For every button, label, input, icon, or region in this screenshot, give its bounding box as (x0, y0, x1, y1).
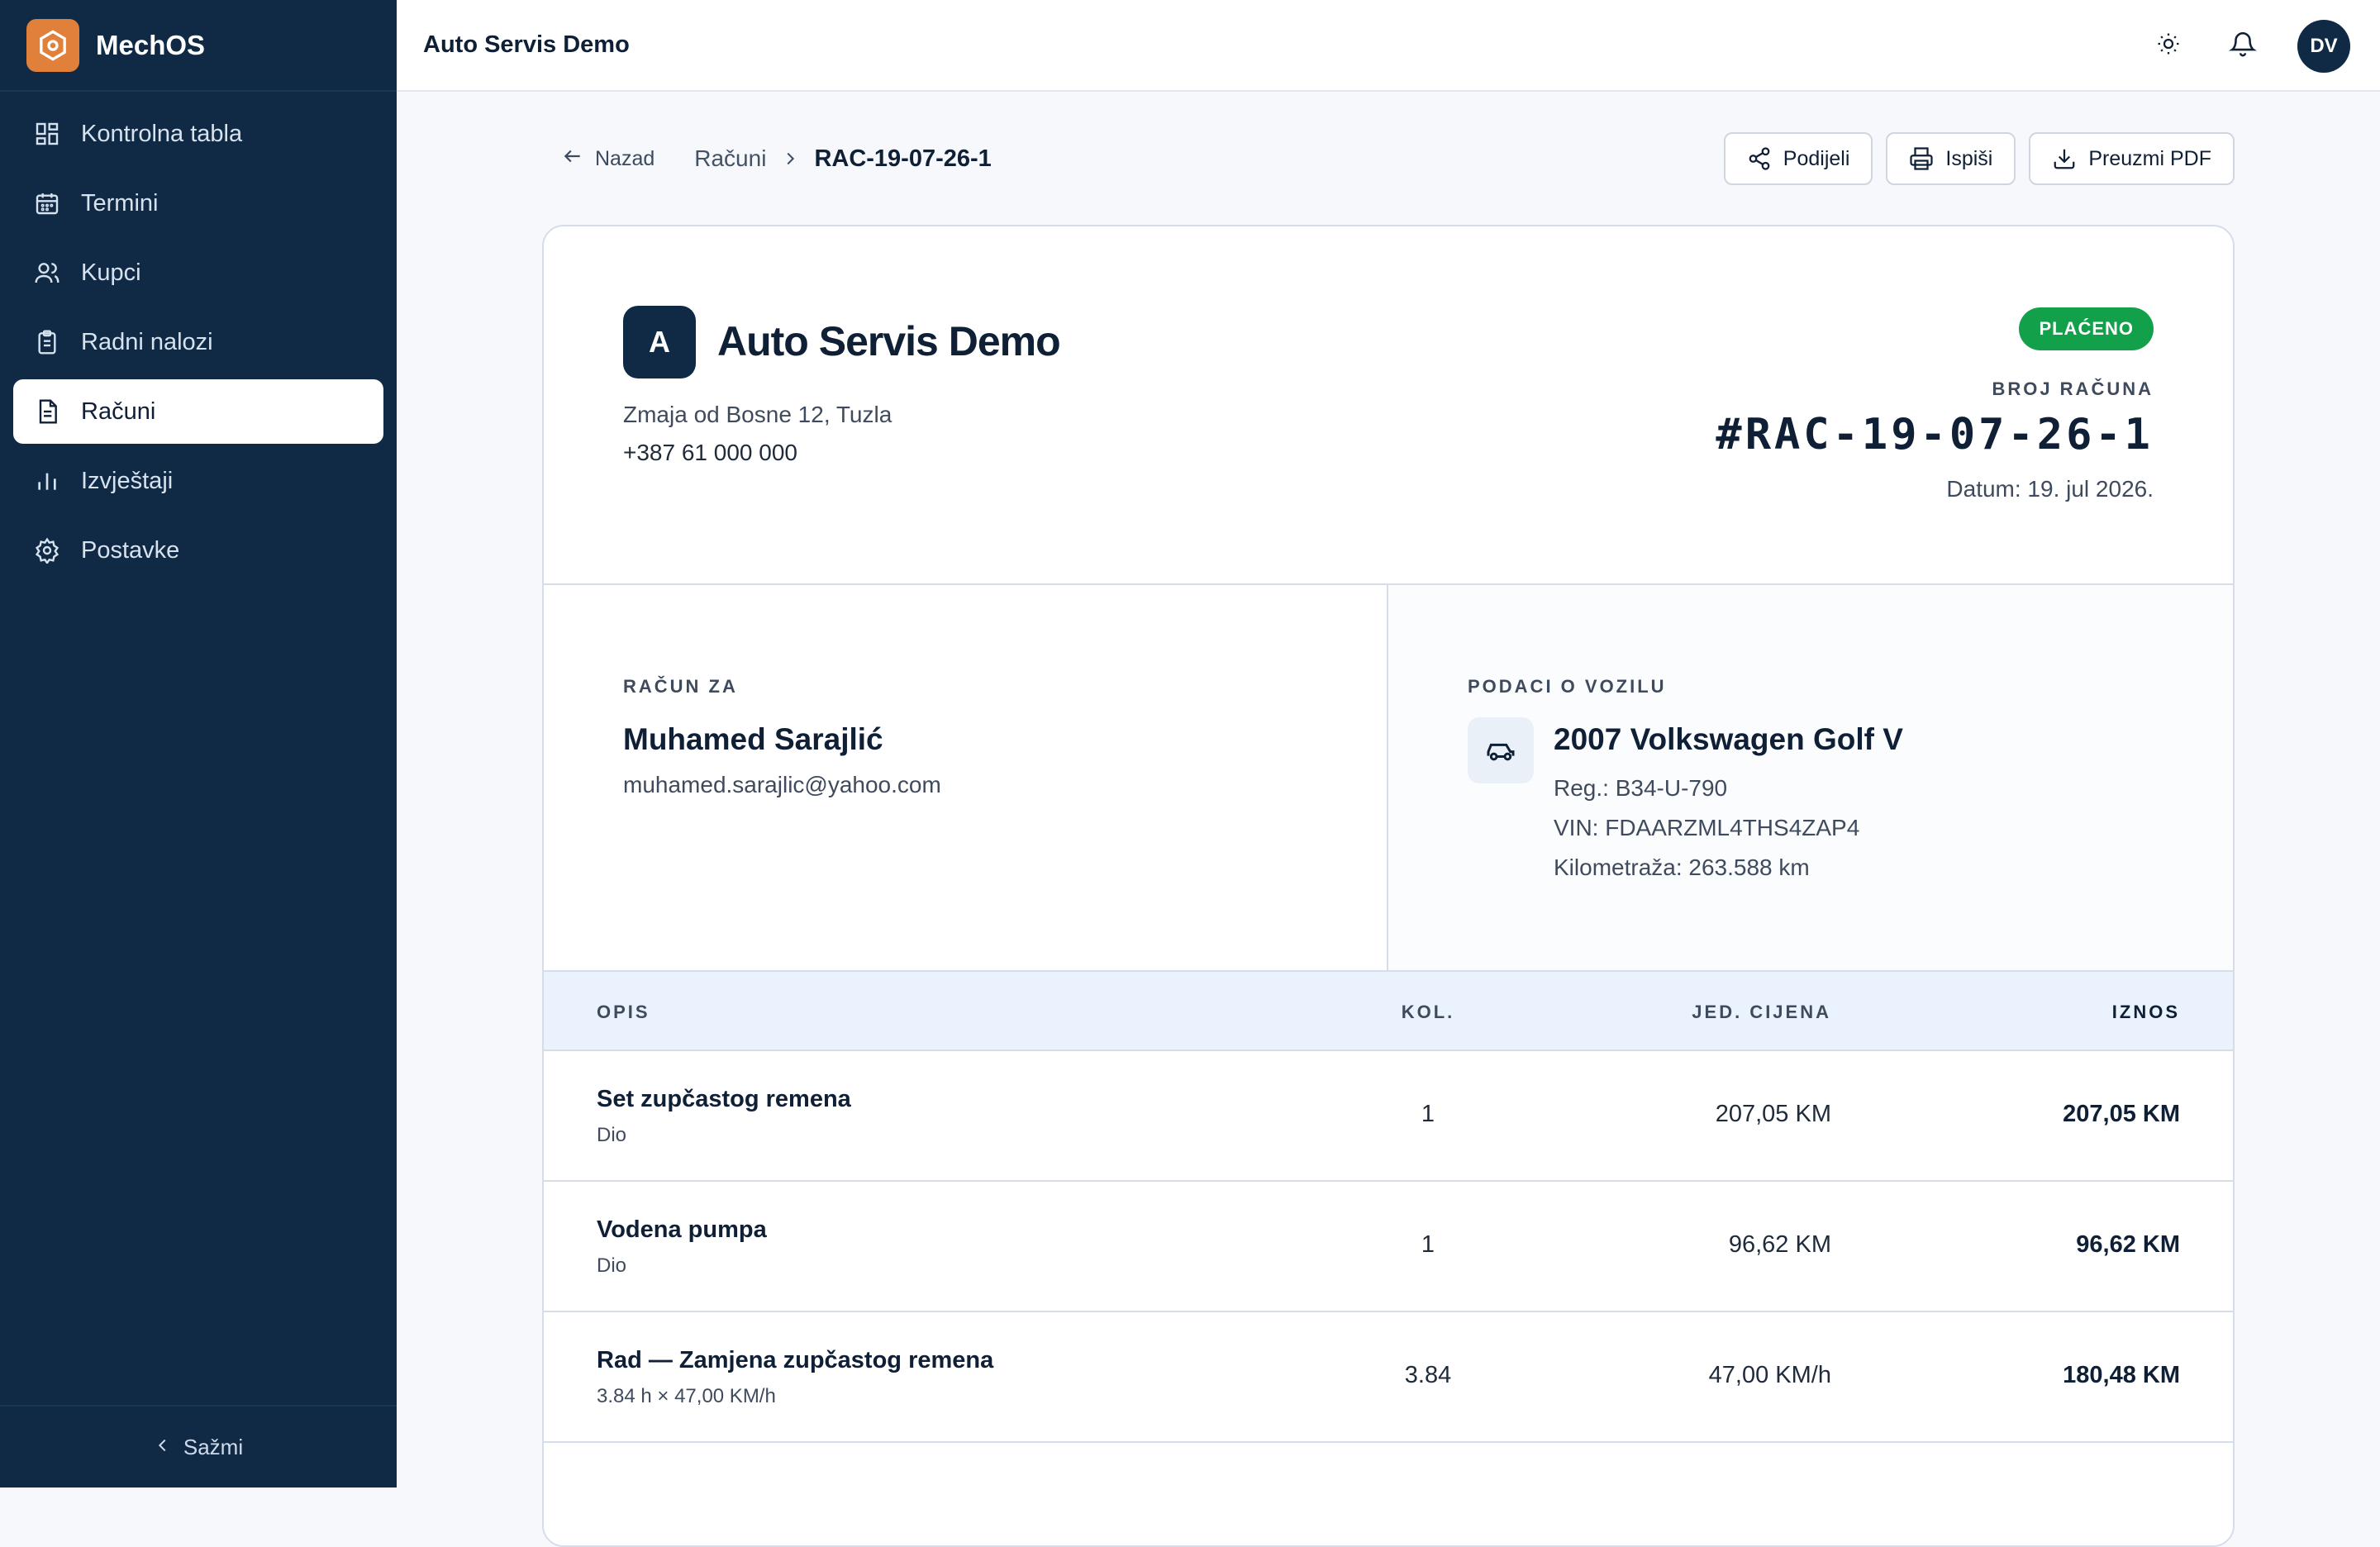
page-title: Auto Servis Demo (423, 31, 630, 58)
topbar: Auto Servis Demo DV (397, 0, 2380, 92)
vehicle-section: PODACI O VOZILU 2007 Volkswagen Golf V R… (1388, 585, 2233, 970)
sidebar-item-settings[interactable]: Postavke (13, 518, 383, 583)
theme-toggle-button[interactable] (2142, 20, 2195, 73)
customer-name: Muhamed Sarajlić (623, 722, 883, 756)
vehicle-label: PODACI O VOZILU (1468, 676, 1667, 697)
vehicle-registration: Reg.: B34-U-790 (1554, 775, 1728, 801)
collapse-label: Sažmi (183, 1434, 244, 1459)
print-label: Ispiši (1945, 146, 1993, 170)
chevron-right-icon (781, 150, 799, 168)
sun-icon (2156, 31, 2181, 60)
sidebar-item-customers[interactable]: Kupci (13, 240, 383, 305)
dashboard-icon (33, 120, 61, 148)
item-title: Rad — Zamjena zupčastog remena (597, 1347, 994, 1373)
status-badge: PLAĆENO (2019, 307, 2154, 350)
back-label: Nazad (595, 146, 655, 170)
item-unit-price: 207,05 KM (1715, 1101, 1831, 1127)
vehicle-vin: VIN: FDAARZML4THS4ZAP4 (1554, 815, 1860, 840)
sidebar-item-label: Kontrolna tabla (81, 120, 243, 147)
shop-name: Auto Servis Demo (717, 318, 1061, 364)
bill-to-section: RAČUN ZA Muhamed Sarajlić muhamed.sarajl… (544, 585, 1388, 970)
shop-phone: +387 61 000 000 (623, 440, 797, 465)
gear-icon (33, 536, 61, 564)
invoice-card: A Auto Servis Demo Zmaja od Bosne 12, Tu… (542, 225, 2235, 1547)
item-subtitle: 3.84 h × 47,00 KM/h (597, 1385, 776, 1407)
item-amount: 96,62 KM (2076, 1231, 2180, 1258)
avatar[interactable]: DV (2297, 19, 2350, 73)
shop-logo: A (623, 306, 696, 378)
sidebar-nav: Kontrolna tabla Termini Kupci Radni nalo… (0, 92, 397, 583)
breadcrumb: Nazad Računi RAC-19-07-26-1 (562, 139, 992, 178)
breadcrumb-parent-link[interactable]: Računi (694, 145, 766, 172)
bell-icon (2229, 30, 2257, 62)
app-name: MechOS (96, 29, 206, 60)
clipboard-icon (33, 328, 61, 356)
vehicle-title: 2007 Volkswagen Golf V (1554, 722, 1903, 756)
sidebar-item-label: Termini (81, 189, 159, 217)
sidebar: MechOS Kontrolna tabla Termini Kupci Rad… (0, 0, 397, 1488)
sidebar-item-label: Postavke (81, 536, 180, 564)
brand[interactable]: MechOS (0, 0, 397, 92)
invoice-number-label: BROJ RAČUNA (1992, 378, 2154, 399)
calendar-icon (33, 189, 61, 217)
pdf-label: Preuzmi PDF (2088, 146, 2211, 170)
table-row: Vodena pumpa Dio 1 96,62 KM 96,62 KM (544, 1182, 2233, 1312)
users-icon (33, 259, 61, 287)
sidebar-item-dashboard[interactable]: Kontrolna tabla (13, 102, 383, 166)
sidebar-item-work-orders[interactable]: Radni nalozi (13, 310, 383, 374)
item-subtitle: Dio (597, 1254, 627, 1277)
items-table-header: OPIS KOL. JED. CIJENA IZNOS (544, 972, 2233, 1051)
item-title: Vodena pumpa (597, 1216, 767, 1243)
download-icon (2052, 146, 2077, 171)
item-qty: 1 (1421, 1101, 1435, 1127)
invoice-number: #RAC-19-07-26-1 (1716, 410, 2154, 459)
bar-chart-icon (33, 467, 61, 495)
table-row: Set zupčastog remena Dio 1 207,05 KM 207… (544, 1051, 2233, 1182)
arrow-left-icon (562, 145, 583, 173)
invoice-icon (33, 397, 61, 426)
item-title: Set zupčastog remena (597, 1086, 851, 1112)
vehicle-mileage: Kilometraža: 263.588 km (1554, 854, 1810, 880)
collapse-sidebar-button[interactable]: Sažmi (0, 1405, 397, 1488)
column-header-qty: KOL. (1401, 1002, 1455, 1022)
invoice-header: A Auto Servis Demo Zmaja od Bosne 12, Tu… (544, 226, 2233, 585)
bill-to-label: RAČUN ZA (623, 676, 738, 697)
topbar-actions: DV (2121, 0, 2350, 92)
item-subtitle: Dio (597, 1124, 627, 1146)
customer-email: muhamed.sarajlic@yahoo.com (623, 772, 941, 797)
print-button[interactable]: Ispiši (1886, 132, 2016, 185)
item-qty: 1 (1421, 1231, 1435, 1258)
item-amount: 180,48 KM (2063, 1362, 2180, 1388)
item-qty: 3.84 (1404, 1362, 1452, 1388)
back-button[interactable]: Nazad (562, 145, 654, 173)
column-header-unit-price: JED. CIJENA (1692, 1002, 1831, 1022)
share-button[interactable]: Podijeli (1723, 132, 1873, 185)
sidebar-item-label: Računi (81, 397, 156, 425)
app-logo-icon (26, 18, 79, 72)
invoice-date: Datum: 19. jul 2026. (1946, 476, 2154, 502)
chevron-left-icon (154, 1435, 172, 1460)
table-row: Rad — Zamjena zupčastog remena 3.84 h × … (544, 1312, 2233, 1443)
sidebar-item-appointments[interactable]: Termini (13, 171, 383, 236)
notifications-button[interactable] (2216, 20, 2269, 73)
sidebar-item-reports[interactable]: Izvještaji (13, 449, 383, 513)
item-unit-price: 96,62 KM (1728, 1231, 1831, 1258)
item-amount: 207,05 KM (2063, 1101, 2180, 1127)
column-header-desc: OPIS (597, 1002, 650, 1022)
invoice-actions: Podijeli Ispiši Preuzmi PDF (1711, 132, 2235, 185)
sidebar-item-label: Kupci (81, 259, 141, 286)
car-icon (1468, 717, 1534, 783)
item-unit-price: 47,00 KM/h (1708, 1362, 1831, 1388)
shop-address: Zmaja od Bosne 12, Tuzla (623, 402, 892, 427)
invoice-parties: RAČUN ZA Muhamed Sarajlić muhamed.sarajl… (544, 585, 2233, 972)
printer-icon (1909, 146, 1934, 171)
share-label: Podijeli (1783, 146, 1850, 170)
breadcrumb-current: RAC-19-07-26-1 (814, 145, 992, 172)
share-icon (1747, 146, 1772, 171)
sidebar-item-label: Izvještaji (81, 467, 174, 494)
download-pdf-button[interactable]: Preuzmi PDF (2029, 132, 2235, 185)
column-header-amount: IZNOS (2111, 1002, 2180, 1022)
sidebar-item-label: Radni nalozi (81, 328, 213, 355)
sidebar-item-invoices[interactable]: Računi (13, 379, 383, 444)
